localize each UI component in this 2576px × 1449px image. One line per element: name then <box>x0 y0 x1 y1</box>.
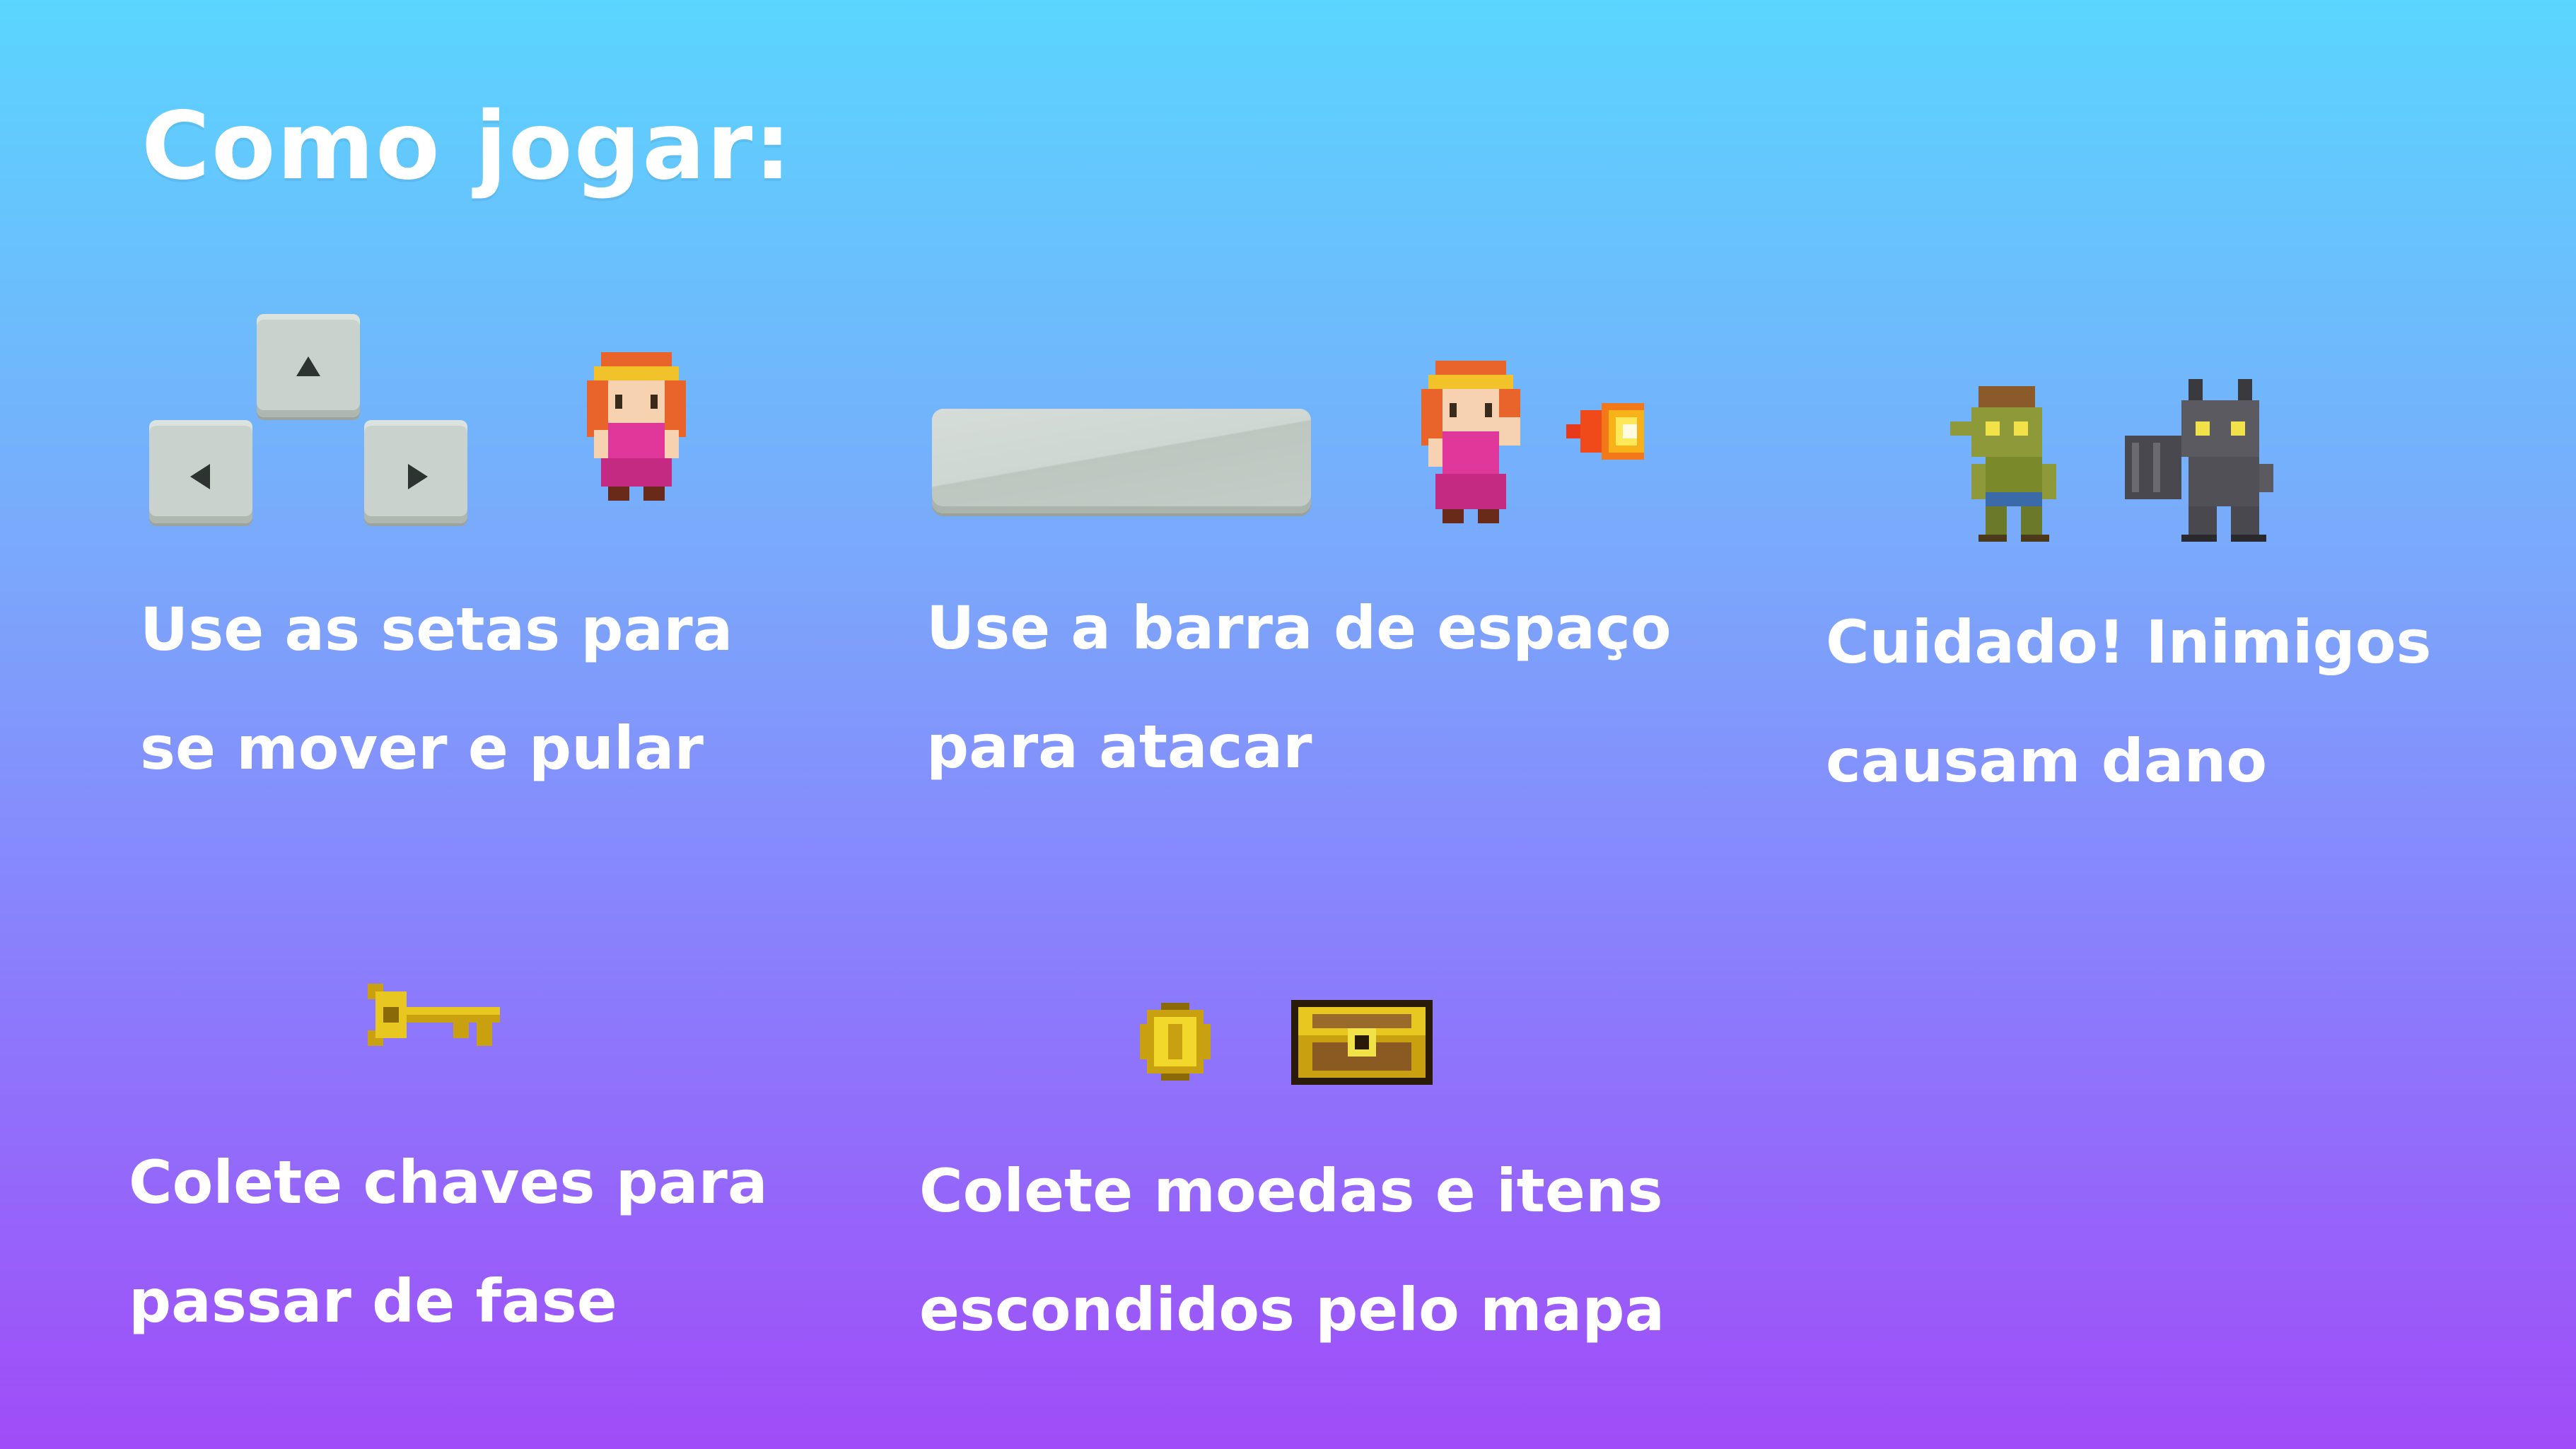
golden-key-sprite-icon <box>368 984 500 1046</box>
princess-casting-sprite-icon <box>1421 361 1520 523</box>
attack-line-2: para atacar <box>926 712 1312 781</box>
enemies-line-2: causam dano <box>1826 726 2268 796</box>
keys-line-1: Colete chaves para <box>129 1148 768 1217</box>
enemies-line-1: Cuidado! Inimigos <box>1826 607 2432 677</box>
coins-line-1: Colete moedas e itens <box>919 1156 1663 1226</box>
move-instructions: Use as setas para se mover e pular <box>140 570 733 808</box>
coins-line-2: escondidos pelo mapa <box>919 1275 1665 1344</box>
fireball-sprite-icon <box>1566 403 1644 460</box>
attack-line-1: Use a barra de espaço <box>926 593 1672 663</box>
move-line-1: Use as setas para <box>140 595 733 664</box>
arrow-up-key-icon <box>257 314 360 417</box>
treasure-chest-sprite-icon <box>1291 1000 1433 1085</box>
move-line-2: se mover e pular <box>140 714 704 783</box>
enemies-instructions: Cuidado! Inimigos causam dano <box>1826 583 2431 820</box>
goblin-enemy-sprite-icon <box>1950 386 2056 542</box>
page-title: Como jogar: <box>141 92 793 201</box>
arrow-right-key-icon <box>364 420 467 523</box>
coins-instructions: Colete moedas e itens escondidos pelo ma… <box>919 1131 1665 1369</box>
keys-line-2: passar de fase <box>129 1267 617 1336</box>
keys-instructions: Colete chaves para passar de fase <box>129 1123 768 1361</box>
arrow-left-key-icon <box>149 420 252 523</box>
princess-walking-sprite-icon <box>587 352 686 501</box>
gold-coin-sprite-icon <box>1140 1003 1211 1081</box>
gargoyle-enemy-sprite-icon <box>2125 379 2273 542</box>
spacebar-key-icon <box>932 409 1311 513</box>
attack-instructions: Use a barra de espaço para atacar <box>926 569 1672 806</box>
